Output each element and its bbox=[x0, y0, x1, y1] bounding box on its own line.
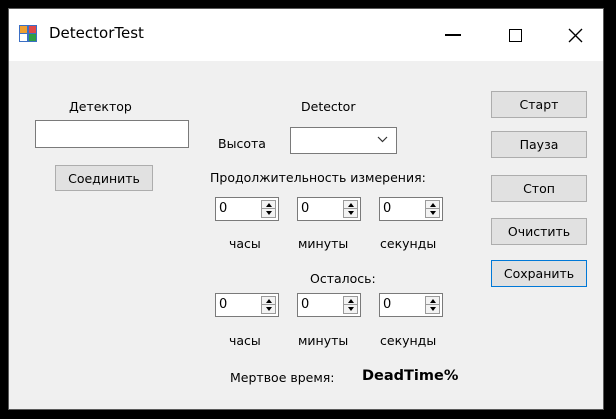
spin-up-icon[interactable] bbox=[426, 297, 439, 305]
remaining-hours-arrows[interactable] bbox=[261, 296, 276, 314]
window-title: DetectorTest bbox=[49, 24, 144, 42]
connect-button-label: Соединить bbox=[68, 170, 140, 186]
start-button[interactable]: Старт bbox=[491, 91, 587, 118]
clear-button-label: Очистить bbox=[507, 224, 571, 239]
connect-button[interactable]: Соединить bbox=[55, 165, 153, 191]
pause-button-label: Пауза bbox=[519, 137, 559, 152]
spin-up-icon[interactable] bbox=[344, 297, 357, 305]
remaining-seconds-arrows[interactable] bbox=[425, 296, 440, 314]
duration-seconds-spinner[interactable]: 0 bbox=[379, 197, 443, 221]
duration-hours-spinner[interactable]: 0 bbox=[215, 197, 279, 221]
spin-down-icon[interactable] bbox=[262, 305, 275, 313]
spin-up-icon[interactable] bbox=[262, 201, 275, 209]
height-label: Высота bbox=[218, 136, 266, 151]
remaining-label: Осталось: bbox=[310, 271, 376, 286]
remaining-seconds-label: секунды bbox=[380, 333, 437, 348]
deadtime-label: Мертвое время: bbox=[230, 370, 335, 385]
spin-down-icon[interactable] bbox=[344, 305, 357, 313]
close-icon bbox=[568, 28, 582, 42]
spin-up-icon[interactable] bbox=[262, 297, 275, 305]
remaining-seconds-value: 0 bbox=[383, 297, 392, 312]
remaining-minutes-value: 0 bbox=[301, 297, 310, 312]
spin-down-icon[interactable] bbox=[426, 209, 439, 217]
remaining-minutes-spinner[interactable]: 0 bbox=[297, 293, 361, 317]
save-button-label: Сохранить bbox=[503, 266, 575, 281]
detector-input[interactable] bbox=[35, 120, 189, 148]
duration-minutes-spinner[interactable]: 0 bbox=[297, 197, 361, 221]
maximize-icon bbox=[508, 28, 522, 42]
app-icon bbox=[19, 25, 37, 42]
duration-hours-label: часы bbox=[229, 236, 261, 251]
pause-button[interactable]: Пауза bbox=[491, 131, 587, 158]
detector-group-label: Detector bbox=[301, 99, 356, 114]
remaining-seconds-spinner[interactable]: 0 bbox=[379, 293, 443, 317]
duration-seconds-arrows[interactable] bbox=[425, 200, 440, 218]
stop-button[interactable]: Стоп bbox=[491, 175, 587, 202]
remaining-minutes-arrows[interactable] bbox=[343, 296, 358, 314]
duration-label: Продолжительность измерения: bbox=[210, 170, 426, 185]
remaining-minutes-label: минуты bbox=[298, 333, 349, 348]
app-window: DetectorTest Детектор Соединить Detector… bbox=[8, 8, 604, 410]
spin-up-icon[interactable] bbox=[426, 201, 439, 209]
duration-hours-value: 0 bbox=[219, 201, 228, 216]
minimize-button[interactable] bbox=[423, 9, 483, 61]
maximize-button[interactable] bbox=[485, 9, 545, 61]
duration-seconds-value: 0 bbox=[383, 201, 392, 216]
minimize-icon bbox=[445, 34, 461, 36]
duration-minutes-label: минуты bbox=[298, 236, 349, 251]
spin-down-icon[interactable] bbox=[426, 305, 439, 313]
clear-button[interactable]: Очистить bbox=[491, 218, 587, 245]
start-button-label: Старт bbox=[519, 97, 559, 112]
remaining-hours-spinner[interactable]: 0 bbox=[215, 293, 279, 317]
height-select[interactable] bbox=[290, 127, 397, 154]
spin-down-icon[interactable] bbox=[344, 209, 357, 217]
duration-minutes-arrows[interactable] bbox=[343, 200, 358, 218]
stop-button-label: Стоп bbox=[523, 181, 555, 196]
duration-minutes-value: 0 bbox=[301, 201, 310, 216]
title-bar[interactable]: DetectorTest bbox=[9, 9, 603, 61]
chevron-down-icon bbox=[377, 136, 388, 143]
detector-label: Детектор bbox=[69, 99, 132, 114]
save-button[interactable]: Сохранить bbox=[491, 260, 587, 287]
spin-down-icon[interactable] bbox=[262, 209, 275, 217]
remaining-hours-value: 0 bbox=[219, 297, 228, 312]
duration-hours-arrows[interactable] bbox=[261, 200, 276, 218]
duration-seconds-label: секунды bbox=[380, 236, 437, 251]
form-client-area: Детектор Соединить Detector Высота Продо… bbox=[9, 61, 603, 411]
deadtime-value: DeadTime% bbox=[362, 368, 459, 384]
close-button[interactable] bbox=[545, 9, 605, 61]
spin-up-icon[interactable] bbox=[344, 201, 357, 209]
remaining-hours-label: часы bbox=[229, 333, 261, 348]
